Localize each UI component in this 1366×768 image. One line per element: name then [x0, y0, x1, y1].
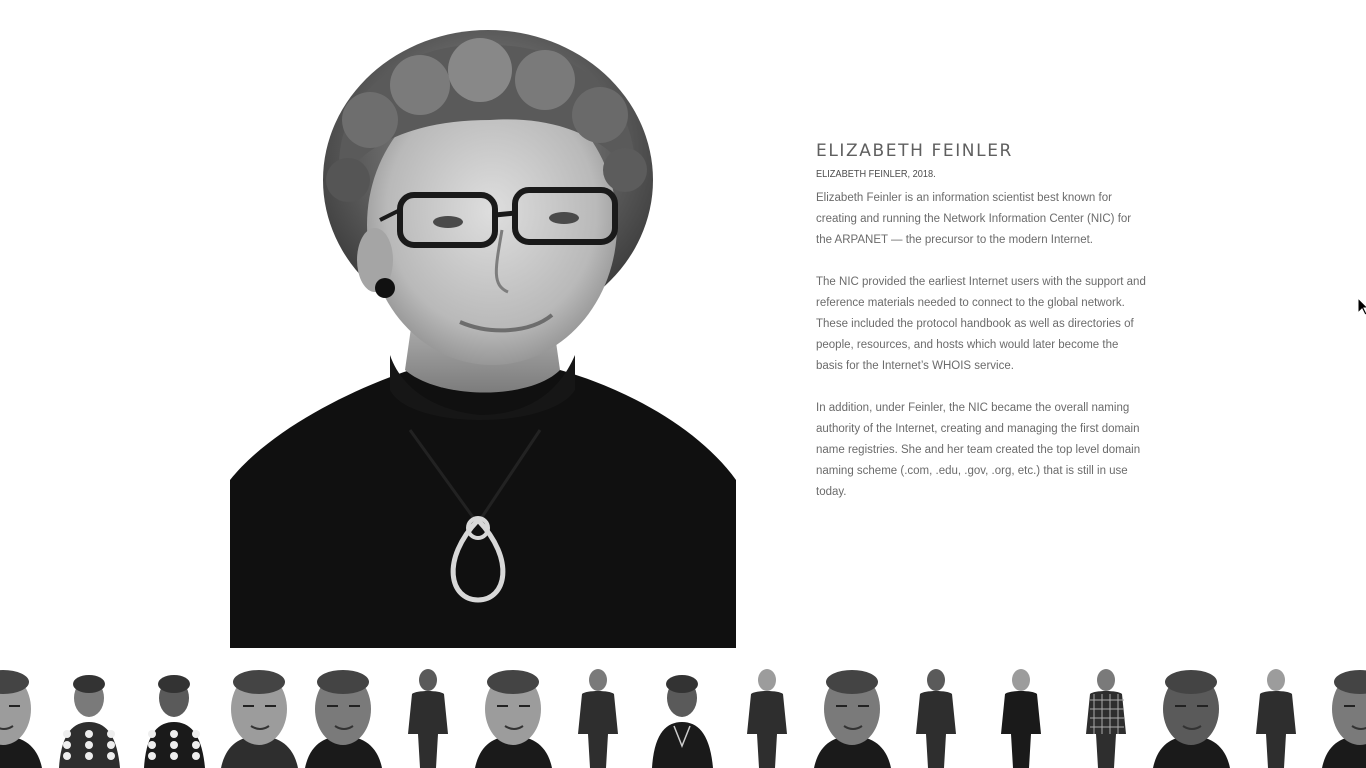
thumbnail-portrait-man-black-hair[interactable]: [1153, 664, 1230, 768]
portrait-woman-black-dress-icon: [898, 664, 975, 768]
portrait-elderly-woman-pendant-icon: [644, 664, 721, 768]
thumbnail-portrait-man-bald[interactable]: [475, 664, 552, 768]
bio-paragraph-3: In addition, under Feinler, the NIC beca…: [816, 401, 1141, 499]
portrait-man-bald-icon: [475, 664, 552, 768]
portrait-man-athletic-icon: [390, 664, 467, 768]
mouse-cursor-icon: [1357, 296, 1366, 316]
thumbnail-portrait-man-bald-gray[interactable]: [1322, 664, 1366, 768]
bio-paragraph-2: The NIC provided the earliest Internet u…: [816, 275, 1146, 373]
thumbnail-portrait-man-athletic[interactable]: [390, 664, 467, 768]
photo-caption: ELIZABETH FEINLER, 2018.: [816, 169, 936, 180]
portrait-man-black-hair-icon: [1153, 664, 1230, 768]
thumbnail-portrait-woman-dotted-blouse[interactable]: [51, 664, 128, 768]
bio-panel: ELIZABETH FEINLER ELIZABETH FEINLER, 201…: [816, 140, 1146, 524]
thumbnail-portrait-man-gray-beard[interactable]: [0, 664, 42, 768]
portrait-man-bald-gray-icon: [1322, 664, 1366, 768]
portrait-woman-dark-hair-glasses-icon: [305, 664, 382, 768]
thumbnail-portrait-woman-polka-dot[interactable]: [136, 664, 213, 768]
thumbnail-portrait-woman-dark-hair-glasses[interactable]: [305, 664, 382, 768]
thumbnail-portrait-woman-black-dress[interactable]: [898, 664, 975, 768]
portrait-elderly-woman-vest-icon: [560, 664, 637, 768]
main-portrait-image: [230, 30, 736, 648]
portrait-man-dark-shirt-icon: [1238, 664, 1315, 768]
thumbnail-portrait-woman-crossed-arms[interactable]: [983, 664, 1060, 768]
portrait-man-gray-beard-icon: [0, 664, 42, 768]
portrait-man-bald-glasses-icon: [221, 664, 298, 768]
thumbnail-portrait-man-plaid-shirt[interactable]: [1068, 664, 1145, 768]
portrait-man-gray-hair-icon: [814, 664, 891, 768]
portrait-woman-polka-dot-icon: [136, 664, 213, 768]
portrait-woman-crossed-arms-icon: [983, 664, 1060, 768]
thumbnail-portrait-elderly-woman-vest[interactable]: [560, 664, 637, 768]
bio-paragraph-1: Elizabeth Feinler is an information scie…: [816, 192, 1132, 247]
thumbnail-portrait-man-tshirt[interactable]: [729, 664, 806, 768]
portrait-man-tshirt-icon: [729, 664, 806, 768]
thumbnail-portrait-man-gray-hair[interactable]: [814, 664, 891, 768]
thumbnail-portrait-man-dark-shirt[interactable]: [1238, 664, 1315, 768]
thumbnail-portrait-man-bald-glasses[interactable]: [221, 664, 298, 768]
person-name: ELIZABETH FEINLER: [816, 141, 1013, 161]
portrait-woman-dotted-blouse-icon: [51, 664, 128, 768]
portrait-man-plaid-shirt-icon: [1068, 664, 1145, 768]
portrait-thumbnail-strip[interactable]: [0, 664, 1366, 768]
portrait-illustration: [230, 30, 736, 648]
gallery-page: ELIZABETH FEINLER ELIZABETH FEINLER, 201…: [0, 0, 1366, 768]
thumbnail-portrait-elderly-woman-pendant[interactable]: [644, 664, 721, 768]
